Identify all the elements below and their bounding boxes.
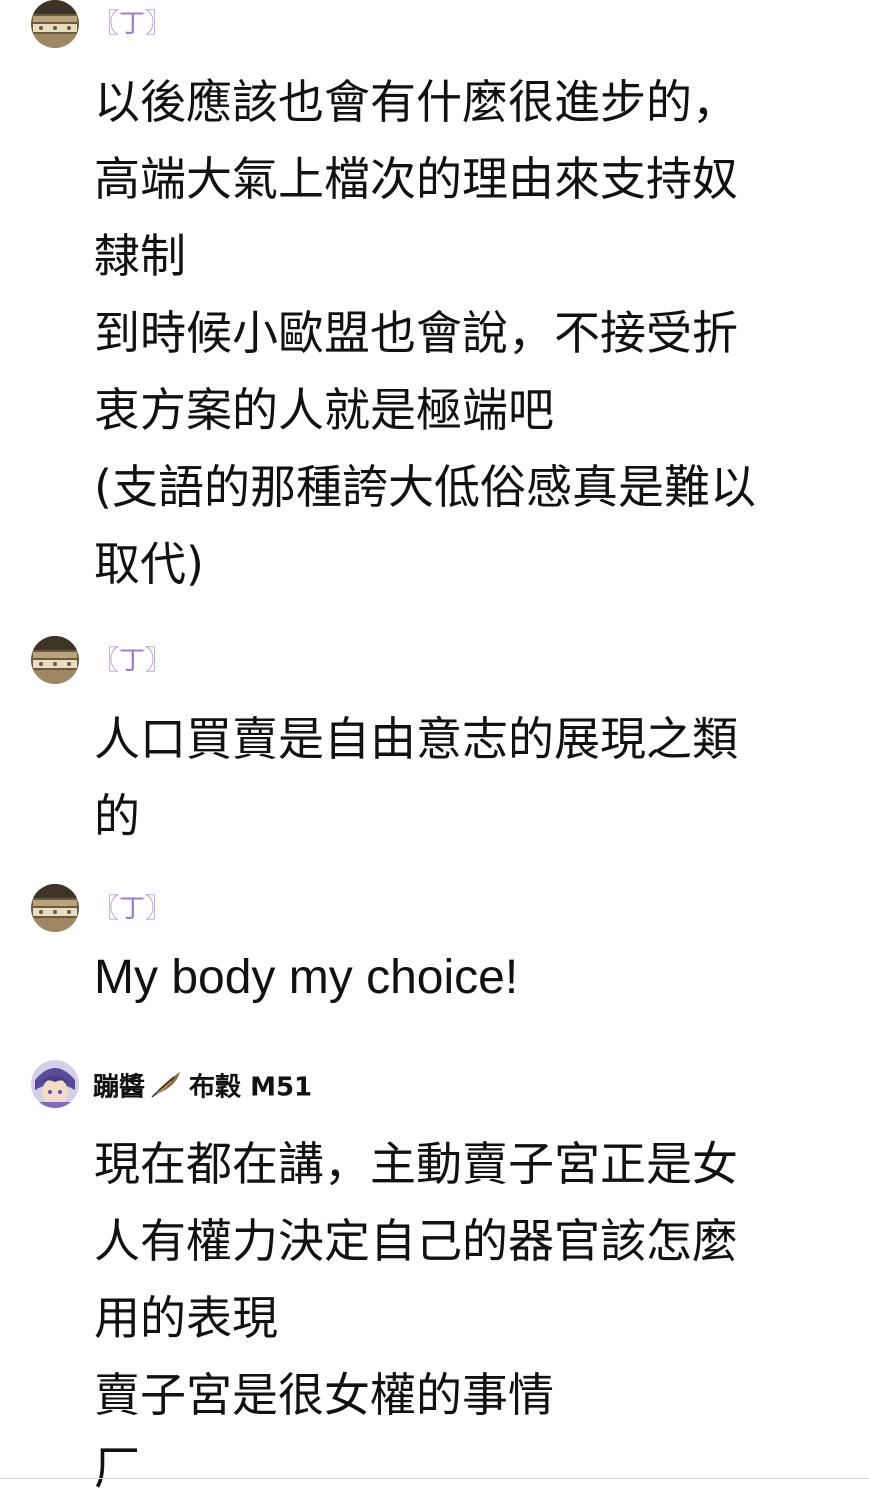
message-line: (支語的那種誇大低俗感真是難以 — [94, 460, 756, 514]
message-line: 的 — [94, 789, 140, 843]
message-line: 衷方案的人就是極端吧 — [94, 383, 554, 437]
message-line: 賣子宮是很女權的事情 — [94, 1368, 554, 1422]
chest-drawer-avatar-icon[interactable] — [31, 884, 79, 932]
message-line: 以後應該也會有什麼很進步的， — [94, 75, 738, 129]
message-line: My body my choice! — [94, 951, 519, 1004]
chest-drawer-avatar-icon[interactable] — [31, 0, 79, 48]
message-line: 人口買賣是自由意志的展現之類 — [94, 712, 738, 766]
bottom-divider — [0, 1478, 869, 1479]
message-line: 到時候小歐盟也會說，不接受折 — [94, 306, 738, 360]
message-line: 高端大氣上檔次的理由來支持奴 — [94, 152, 738, 206]
feather-icon — [149, 1069, 185, 1107]
author-tagline: 布穀 M51 — [189, 1072, 313, 1103]
message-line: 取代) — [94, 537, 204, 591]
author-name[interactable]: 蹦醬 布穀 M51 — [93, 1069, 312, 1107]
author-name[interactable]: 〖丁〗 — [93, 893, 171, 925]
anime-character-avatar-icon[interactable] — [31, 1060, 79, 1108]
message-line: 厂 — [94, 1441, 140, 1495]
message-line: 隸制 — [94, 229, 186, 283]
author-name[interactable]: 〖丁〗 — [93, 645, 171, 677]
message-line: 人有權力決定自己的器官該怎麼 — [94, 1214, 738, 1268]
message-line: 用的表現 — [94, 1291, 278, 1345]
message-line: 現在都在講，主動賣子宮正是女 — [94, 1137, 738, 1191]
author-name-main: 蹦醬 — [93, 1072, 146, 1103]
author-name[interactable]: 〖丁〗 — [93, 8, 171, 40]
chest-drawer-avatar-icon[interactable] — [31, 636, 79, 684]
